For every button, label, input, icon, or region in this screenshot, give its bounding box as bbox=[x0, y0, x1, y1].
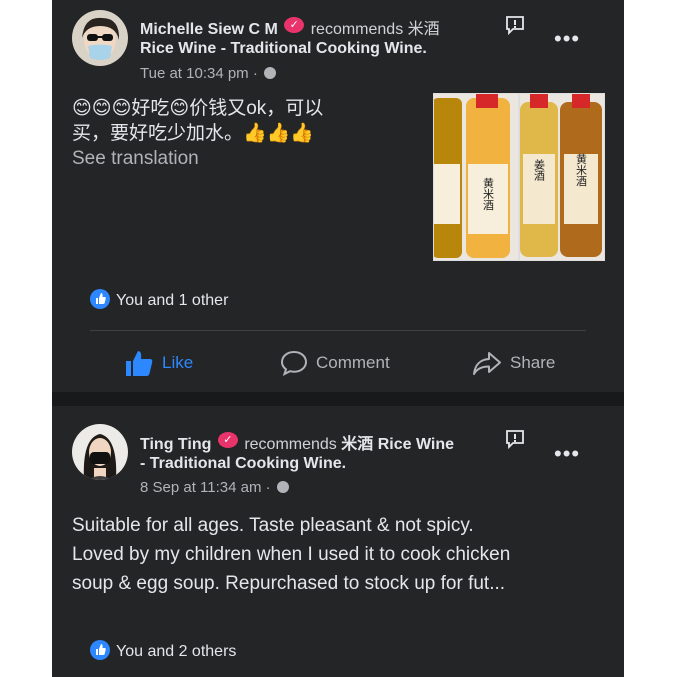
recommends-label: recommends bbox=[310, 21, 404, 38]
body-line-1: Suitable for all ages. Taste pleasant & … bbox=[72, 515, 474, 536]
page-name-part2[interactable]: Rice Wine - Traditional Cooking Wine. bbox=[140, 40, 427, 57]
post-header-line1: Ting Ting ✓ recommends 米酒 Rice Wine bbox=[140, 430, 454, 454]
timestamp-text: Tue at 10:34 pm bbox=[140, 65, 249, 82]
review-post: Michelle Siew C M ✓ recommends 米酒 Rice W… bbox=[52, 0, 624, 392]
body-line-3: soup & egg soup. Repurchased to stock up… bbox=[72, 573, 506, 594]
bottle-label-text: 黄米酒 bbox=[575, 152, 588, 187]
globe-icon bbox=[276, 481, 289, 493]
report-icon[interactable] bbox=[504, 14, 526, 36]
avatar[interactable] bbox=[72, 424, 128, 480]
body-line-2: Loved by my children when I used it to c… bbox=[72, 544, 511, 565]
comment-label: Comment bbox=[316, 353, 390, 372]
timestamp-text: 8 Sep at 11:34 am bbox=[140, 479, 262, 496]
feed: Michelle Siew C M ✓ recommends 米酒 Rice W… bbox=[52, 0, 624, 677]
post-body: 😊😊😊好吃😊价钱又ok，可以 买，要好吃少加水。👍👍👍 See translat… bbox=[72, 96, 412, 171]
more-options-icon[interactable]: ••• bbox=[554, 28, 580, 50]
page-name-part2[interactable]: - Traditional Cooking Wine. bbox=[140, 455, 346, 472]
post-timestamp[interactable]: 8 Sep at 11:34 am · bbox=[140, 479, 289, 496]
post-separator bbox=[52, 392, 624, 406]
page-name-part1[interactable]: 米酒 bbox=[408, 21, 440, 38]
divider bbox=[90, 330, 586, 331]
avatar[interactable] bbox=[72, 10, 128, 66]
bottle-label-text: 黄米酒 bbox=[482, 176, 495, 211]
post-header-line1: Michelle Siew C M ✓ recommends 米酒 bbox=[140, 15, 440, 39]
reactions-text: You and 2 others bbox=[116, 643, 237, 660]
recommend-icon: ✓ bbox=[284, 17, 305, 33]
review-post: Ting Ting ✓ recommends 米酒 Rice Wine - Tr… bbox=[52, 406, 624, 677]
page-name-part1[interactable]: 米酒 Rice Wine bbox=[341, 436, 454, 453]
post-header-line2: Rice Wine - Traditional Cooking Wine. bbox=[140, 40, 427, 58]
share-button[interactable]: Share bbox=[472, 348, 555, 378]
recommends-label: recommends bbox=[244, 436, 337, 453]
comment-button[interactable]: Comment bbox=[280, 348, 390, 378]
bottle-label-text: 姜酒 bbox=[533, 158, 546, 182]
author-name[interactable]: Ting Ting bbox=[140, 436, 211, 453]
like-label: Like bbox=[162, 353, 194, 372]
post-timestamp[interactable]: Tue at 10:34 pm · bbox=[140, 65, 277, 82]
recommend-icon: ✓ bbox=[217, 432, 238, 448]
post-header-line2: - Traditional Cooking Wine. bbox=[140, 455, 346, 473]
review-photo-2[interactable]: 姜酒 黄米酒 bbox=[519, 93, 605, 261]
reactions-text: You and 1 other bbox=[116, 292, 229, 309]
share-icon bbox=[473, 352, 501, 375]
body-line-2: 买，要好吃少加水。👍👍👍 bbox=[72, 123, 314, 144]
more-options-icon[interactable]: ••• bbox=[554, 443, 580, 465]
reactions-summary[interactable]: You and 2 others bbox=[90, 640, 236, 660]
like-reaction-icon bbox=[90, 289, 110, 309]
reactions-summary[interactable]: You and 1 other bbox=[90, 289, 228, 309]
thumbs-up-icon bbox=[126, 351, 153, 376]
review-photo-1[interactable]: 黄米酒 bbox=[433, 93, 519, 261]
share-label: Share bbox=[510, 353, 556, 372]
author-name[interactable]: Michelle Siew C M bbox=[140, 21, 278, 38]
like-button[interactable]: Like bbox=[124, 348, 193, 378]
like-reaction-icon bbox=[90, 640, 110, 660]
report-icon[interactable] bbox=[504, 428, 526, 450]
comment-icon bbox=[280, 350, 308, 376]
globe-icon bbox=[264, 67, 277, 79]
body-line-1: 😊😊😊好吃😊价钱又ok，可以 bbox=[72, 98, 324, 119]
post-body: Suitable for all ages. Taste pleasant & … bbox=[72, 511, 612, 598]
see-translation-link[interactable]: See translation bbox=[72, 146, 412, 171]
